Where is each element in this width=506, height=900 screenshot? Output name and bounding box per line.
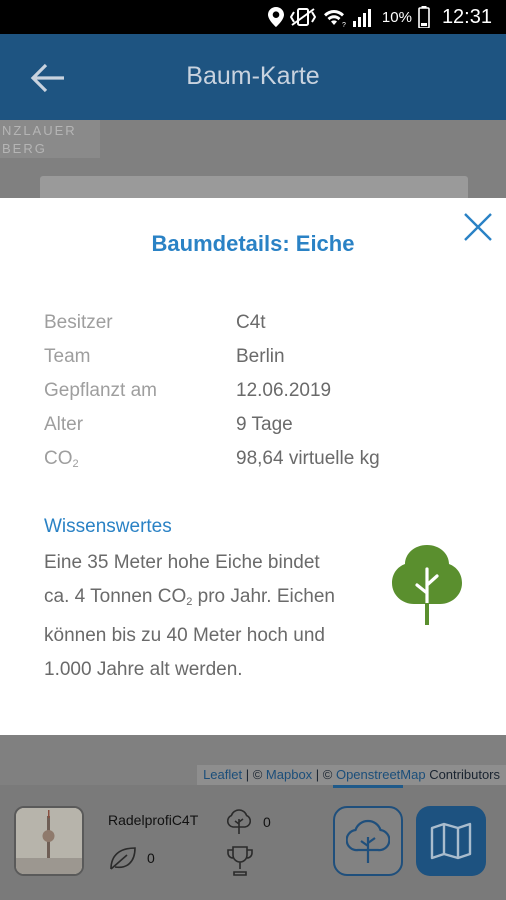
dialog-title: Baumdetails: Eiche	[151, 231, 355, 256]
attribution-contributors: Contributors	[425, 767, 500, 782]
leaf-count: 0	[147, 850, 155, 866]
leaf-icon	[110, 847, 136, 870]
detail-row-owner: Besitzer C4t	[44, 312, 464, 346]
openstreetmap-link[interactable]: OpenstreetMap	[336, 767, 426, 782]
mapbox-link[interactable]: Mapbox	[266, 767, 312, 782]
detail-value: C4t	[236, 312, 266, 333]
detail-label: CO2	[44, 448, 79, 470]
trophy-icon	[227, 846, 253, 876]
detail-value: 98,64 virtuelle kg	[236, 448, 380, 469]
tree-outline-icon	[346, 819, 390, 863]
vibrate-icon	[289, 8, 316, 26]
battery-percent: 10%	[381, 8, 412, 26]
details-list: Besitzer C4t Team Berlin Gepflanzt am 12…	[44, 312, 464, 482]
detail-value: 12.06.2019	[236, 380, 332, 401]
detail-row-co2: CO2 98,64 virtuelle kg	[44, 448, 464, 482]
wifi-icon: ?	[323, 9, 346, 27]
trees-count: 0	[263, 814, 271, 830]
co2-label-text: CO	[44, 448, 73, 469]
tree-icon	[392, 545, 462, 627]
map-icon	[430, 822, 472, 860]
section-title: Wissenswertes	[44, 516, 172, 537]
bottom-bar: RadelprofiC4T 0 0	[0, 785, 506, 900]
location-icon	[267, 7, 284, 27]
attribution-sep: | ©	[312, 767, 336, 782]
detail-value: Berlin	[236, 346, 285, 367]
detail-row-age: Alter 9 Tage	[44, 414, 464, 448]
district-label-line2: BERG	[2, 141, 47, 156]
clock: 12:31	[441, 5, 492, 28]
map-button[interactable]	[416, 806, 486, 876]
battery-icon	[418, 6, 430, 28]
map-attribution: Leaflet | © Mapbox | © OpenstreetMap Con…	[197, 765, 506, 785]
username: RadelprofiC4T	[108, 812, 199, 828]
detail-row-team: Team Berlin	[44, 346, 464, 380]
district-label-line1: NZLAUER	[2, 123, 77, 138]
leaflet-link[interactable]: Leaflet	[203, 767, 242, 782]
detail-label: Besitzer	[44, 312, 113, 333]
plant-tree-button[interactable]	[333, 806, 403, 876]
co2-label-subscript: 2	[72, 458, 79, 470]
svg-text:?: ?	[342, 22, 346, 27]
attribution-sep: | ©	[242, 767, 266, 782]
app-bar: Baum-Karte	[0, 34, 506, 120]
detail-value: 9 Tage	[236, 414, 293, 435]
tree-outline-icon	[226, 809, 252, 834]
active-indicator	[333, 785, 403, 788]
detail-label: Gepflanzt am	[44, 380, 157, 401]
signal-icon	[352, 9, 371, 27]
fact-text: Eine 35 Meter hohe Eiche bindet ca. 4 To…	[44, 546, 344, 687]
page-title: Baum-Karte	[186, 62, 320, 90]
detail-row-planted: Gepflanzt am 12.06.2019	[44, 380, 464, 414]
tv-tower-image-icon	[16, 808, 82, 874]
detail-label: Alter	[44, 414, 84, 435]
status-bar: ? 10% 12:31	[0, 0, 506, 34]
map-district-label: NZLAUER BERG	[0, 120, 100, 158]
tree-details-dialog: Baumdetails: Eiche Besitzer C4t Team Ber…	[0, 198, 506, 735]
detail-label: Team	[44, 346, 91, 367]
avatar[interactable]	[14, 806, 84, 876]
